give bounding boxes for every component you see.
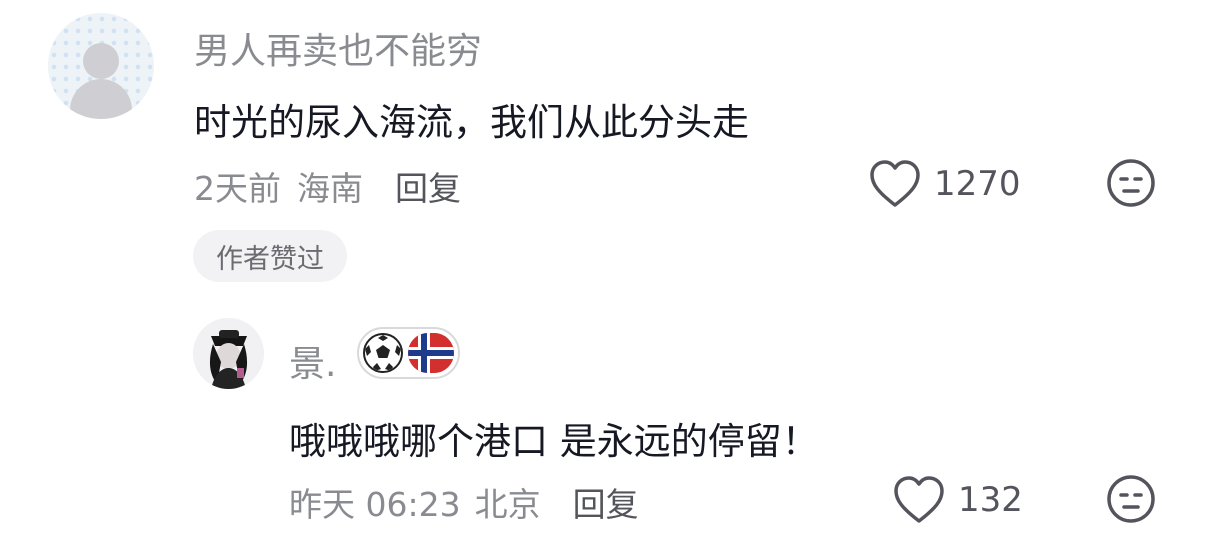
reply-location: 北京 [474, 485, 541, 524]
author-liked-badge: 作者赞过 [193, 230, 347, 282]
avatar-head [83, 43, 119, 79]
reply-like-count: 132 [958, 480, 1023, 520]
dislike-face-icon[interactable] [1106, 158, 1156, 208]
reply-meta: 昨天 06:23 北京 回复 [289, 478, 639, 526]
like-count: 1270 [934, 164, 1021, 204]
avatar[interactable] [48, 13, 154, 119]
reply-button[interactable]: 回复 [395, 162, 461, 210]
avatar-body [70, 79, 132, 119]
comment-time: 2天前 [194, 169, 281, 208]
reply-like-icon[interactable] [892, 474, 946, 526]
norway-flag-icon [408, 333, 454, 373]
reply-username[interactable]: 景. [289, 335, 336, 387]
reply-text: 哦哦哦哪个港口 是永远的停留！ [289, 420, 819, 463]
reply-time: 昨天 06:23 [289, 485, 461, 524]
comment-location: 海南 [297, 169, 363, 208]
comment-text: 时光的尿入海流，我们从此分头走 [194, 101, 749, 144]
reply-avatar[interactable] [193, 318, 264, 389]
comment-meta: 2天前 海南 回复 [194, 162, 461, 210]
reply-dislike-face-icon[interactable] [1106, 474, 1156, 524]
like-icon[interactable] [868, 158, 922, 210]
reply-reply-button[interactable]: 回复 [573, 478, 639, 526]
comment-username[interactable]: 男人再卖也不能穷 [194, 22, 482, 74]
soccer-ball-icon [363, 333, 403, 373]
